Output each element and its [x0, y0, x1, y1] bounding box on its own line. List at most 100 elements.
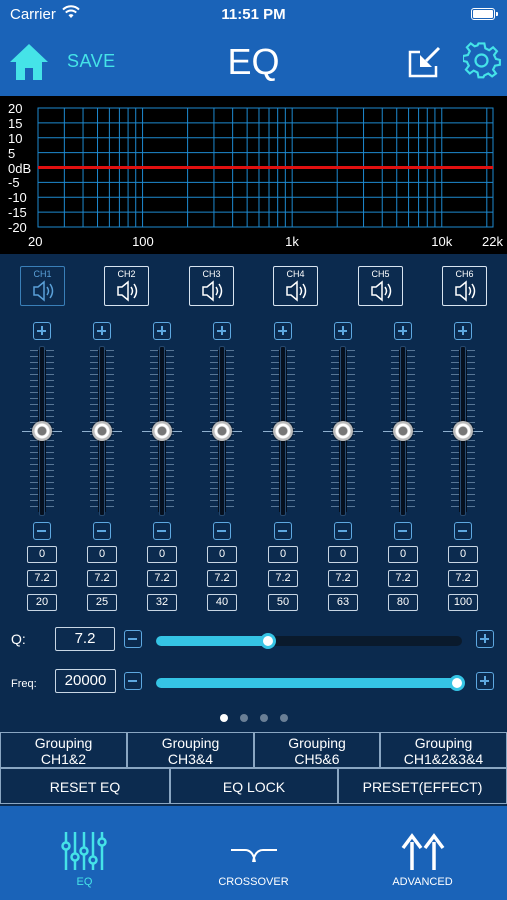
speaker-icon: [117, 280, 138, 302]
channel-button-ch5[interactable]: CH5: [358, 266, 403, 306]
band-gain-increase-button[interactable]: [33, 322, 51, 340]
band-freq-value[interactable]: 25: [87, 594, 117, 611]
freq-value-field[interactable]: 20000: [55, 669, 116, 693]
page-dot[interactable]: [239, 714, 248, 722]
page-indicator[interactable]: [0, 709, 507, 727]
fader-knob[interactable]: [453, 421, 473, 441]
band-gain-decrease-button[interactable]: [153, 522, 171, 540]
band-q-value[interactable]: 7.2: [388, 570, 418, 587]
band-freq-value[interactable]: 20: [27, 594, 57, 611]
freq-decrease-button[interactable]: [124, 672, 142, 690]
freq-slider-thumb[interactable]: [449, 675, 465, 691]
channel-button-ch6[interactable]: CH6: [442, 266, 487, 306]
band-gain-value[interactable]: 0: [27, 546, 57, 563]
band-gain-decrease-button[interactable]: [33, 522, 51, 540]
fader-knob[interactable]: [92, 421, 112, 441]
grouping-ch1-2-button[interactable]: Grouping CH1&2: [0, 732, 127, 768]
x-axis-label: 1k: [285, 234, 299, 249]
band-q-value[interactable]: 7.2: [268, 570, 298, 587]
q-increase-button[interactable]: [476, 630, 494, 648]
band-gain-decrease-button[interactable]: [334, 522, 352, 540]
eq-response-graph: 20 15 10 5 0dB -5 -10 -15 -20 20 100 1k 10k 22k: [0, 96, 507, 254]
q-slider-thumb[interactable]: [259, 633, 276, 649]
band-gain-fader[interactable]: [22, 346, 62, 516]
channel-button-ch3[interactable]: CH3: [189, 266, 234, 306]
channel-label: CH6: [455, 269, 474, 279]
band-gain-decrease-button[interactable]: [93, 522, 111, 540]
grouping-ch3-4-button[interactable]: Grouping CH3&4: [127, 732, 254, 768]
band-gain-value[interactable]: 0: [268, 546, 298, 563]
band-freq-value[interactable]: 40: [207, 594, 237, 611]
settings-button[interactable]: [461, 42, 501, 80]
reset-eq-button[interactable]: RESET EQ: [0, 768, 170, 804]
freq-slider[interactable]: [156, 675, 465, 691]
eq-lock-button[interactable]: EQ LOCK: [170, 768, 338, 804]
band-q-value[interactable]: 7.2: [147, 570, 177, 587]
band-q-value[interactable]: 7.2: [328, 570, 358, 587]
band-freq-value[interactable]: 63: [328, 594, 358, 611]
band-gain-decrease-button[interactable]: [394, 522, 412, 540]
band-gain-increase-button[interactable]: [334, 322, 352, 340]
y-axis-label: -10: [8, 190, 27, 206]
preset-effect-button[interactable]: PRESET(EFFECT): [338, 768, 507, 804]
fader-knob[interactable]: [152, 421, 172, 441]
band-gain-fader[interactable]: [263, 346, 303, 516]
channel-button-ch4[interactable]: CH4: [273, 266, 318, 306]
page-dot[interactable]: [279, 714, 288, 722]
band-gain-decrease-button[interactable]: [454, 522, 472, 540]
tab-crossover[interactable]: CROSSOVER: [169, 806, 338, 900]
band-gain-fader[interactable]: [82, 346, 122, 516]
grouping-ch5-6-button[interactable]: Grouping CH5&6: [254, 732, 380, 768]
band-q-value[interactable]: 7.2: [207, 570, 237, 587]
page-dot[interactable]: [219, 714, 228, 722]
channel-button-ch2[interactable]: CH2: [104, 266, 149, 306]
tab-eq[interactable]: EQ: [0, 806, 169, 900]
band-gain-value[interactable]: 0: [448, 546, 478, 563]
band-gain-value[interactable]: 0: [328, 546, 358, 563]
band-gain-value[interactable]: 0: [388, 546, 418, 563]
band-gain-fader[interactable]: [323, 346, 363, 516]
fader-knob[interactable]: [333, 421, 353, 441]
q-value-field[interactable]: 7.2: [55, 627, 115, 651]
band-gain-increase-button[interactable]: [93, 322, 111, 340]
tab-advanced[interactable]: ADVANCED: [338, 806, 507, 900]
band-q-value[interactable]: 7.2: [27, 570, 57, 587]
band-freq-value[interactable]: 50: [268, 594, 298, 611]
grouping-channels: CH1&2&3&4: [403, 751, 484, 767]
q-decrease-button[interactable]: [124, 630, 142, 648]
band-gain-increase-button[interactable]: [394, 322, 412, 340]
band-gain-fader[interactable]: [202, 346, 242, 516]
equalizer-icon: [61, 832, 107, 870]
band-gain-value[interactable]: 0: [87, 546, 117, 563]
fader-knob[interactable]: [212, 421, 232, 441]
band-q-value[interactable]: 7.2: [448, 570, 478, 587]
band-gain-increase-button[interactable]: [274, 322, 292, 340]
grouping-label: Grouping: [414, 735, 473, 751]
band-gain-increase-button[interactable]: [213, 322, 231, 340]
band-gain-fader[interactable]: [443, 346, 483, 516]
band-gain-fader[interactable]: [142, 346, 182, 516]
fader-knob[interactable]: [32, 421, 52, 441]
import-button[interactable]: [406, 44, 442, 80]
q-slider[interactable]: [156, 633, 462, 649]
page-dot[interactable]: [259, 714, 268, 722]
band-q-value[interactable]: 7.2: [87, 570, 117, 587]
fader-knob[interactable]: [393, 421, 413, 441]
channel-label: CH1: [33, 269, 52, 279]
band-freq-value[interactable]: 80: [388, 594, 418, 611]
band-gain-value[interactable]: 0: [147, 546, 177, 563]
speaker-icon: [455, 280, 476, 302]
channel-button-ch1[interactable]: CH1: [20, 266, 65, 306]
band-gain-increase-button[interactable]: [153, 322, 171, 340]
grouping-ch1-4-button[interactable]: Grouping CH1&2&3&4: [380, 732, 507, 768]
band-freq-value[interactable]: 32: [147, 594, 177, 611]
band-gain-increase-button[interactable]: [454, 322, 472, 340]
band-gain-fader[interactable]: [383, 346, 423, 516]
band-freq-value[interactable]: 100: [448, 594, 478, 611]
grouping-label: Grouping: [288, 735, 346, 751]
band-gain-decrease-button[interactable]: [213, 522, 231, 540]
freq-increase-button[interactable]: [476, 672, 494, 690]
band-gain-decrease-button[interactable]: [274, 522, 292, 540]
band-gain-value[interactable]: 0: [207, 546, 237, 563]
fader-knob[interactable]: [273, 421, 293, 441]
